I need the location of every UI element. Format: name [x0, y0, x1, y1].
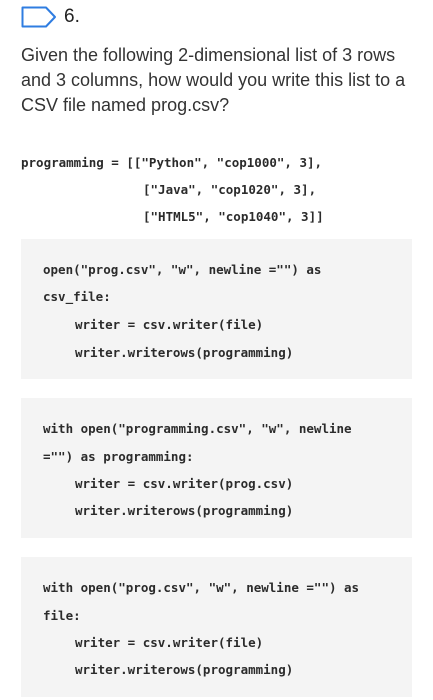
question-flag-icon[interactable]: [21, 6, 57, 28]
option-code-line: writer.writerows(programming): [75, 503, 294, 518]
option-code-line: file:: [43, 608, 81, 623]
answer-option-3[interactable]: with open("prog.csv", "w", newline ="") …: [21, 557, 412, 697]
question-text: Given the following 2-dimensional list o…: [21, 45, 406, 115]
question-number: 6.: [64, 6, 80, 27]
question-header: 6.: [21, 5, 80, 29]
given-code-line: programming = [["Python", "cop1000", 3],: [21, 155, 323, 170]
option-code-line: csv_file:: [43, 289, 111, 304]
option-code-line: with open("prog.csv", "w", newline ="") …: [43, 580, 360, 595]
option-code-line: open("prog.csv", "w", newline ="") as: [43, 262, 322, 277]
given-code-line: ["Java", "cop1020", 3],: [143, 182, 317, 197]
option-code-line: writer = csv.writer(file): [75, 635, 264, 650]
answer-option-1[interactable]: open("prog.csv", "w", newline ="") as cs…: [21, 239, 412, 379]
answer-option-2[interactable]: with open("programming.csv", "w", newlin…: [21, 398, 412, 538]
option-code-line: with open("programming.csv", "w", newlin…: [43, 421, 352, 436]
option-code-line: writer.writerows(programming): [75, 345, 294, 360]
given-code-line: ["HTML5", "cop1040", 3]]: [143, 209, 324, 224]
option-code-line: ="") as programming:: [43, 449, 194, 464]
option-code-line: writer = csv.writer(prog.csv): [75, 476, 294, 491]
option-code-line: writer = csv.writer(file): [75, 317, 264, 332]
option-code-line: writer.writerows(programming): [75, 662, 294, 677]
